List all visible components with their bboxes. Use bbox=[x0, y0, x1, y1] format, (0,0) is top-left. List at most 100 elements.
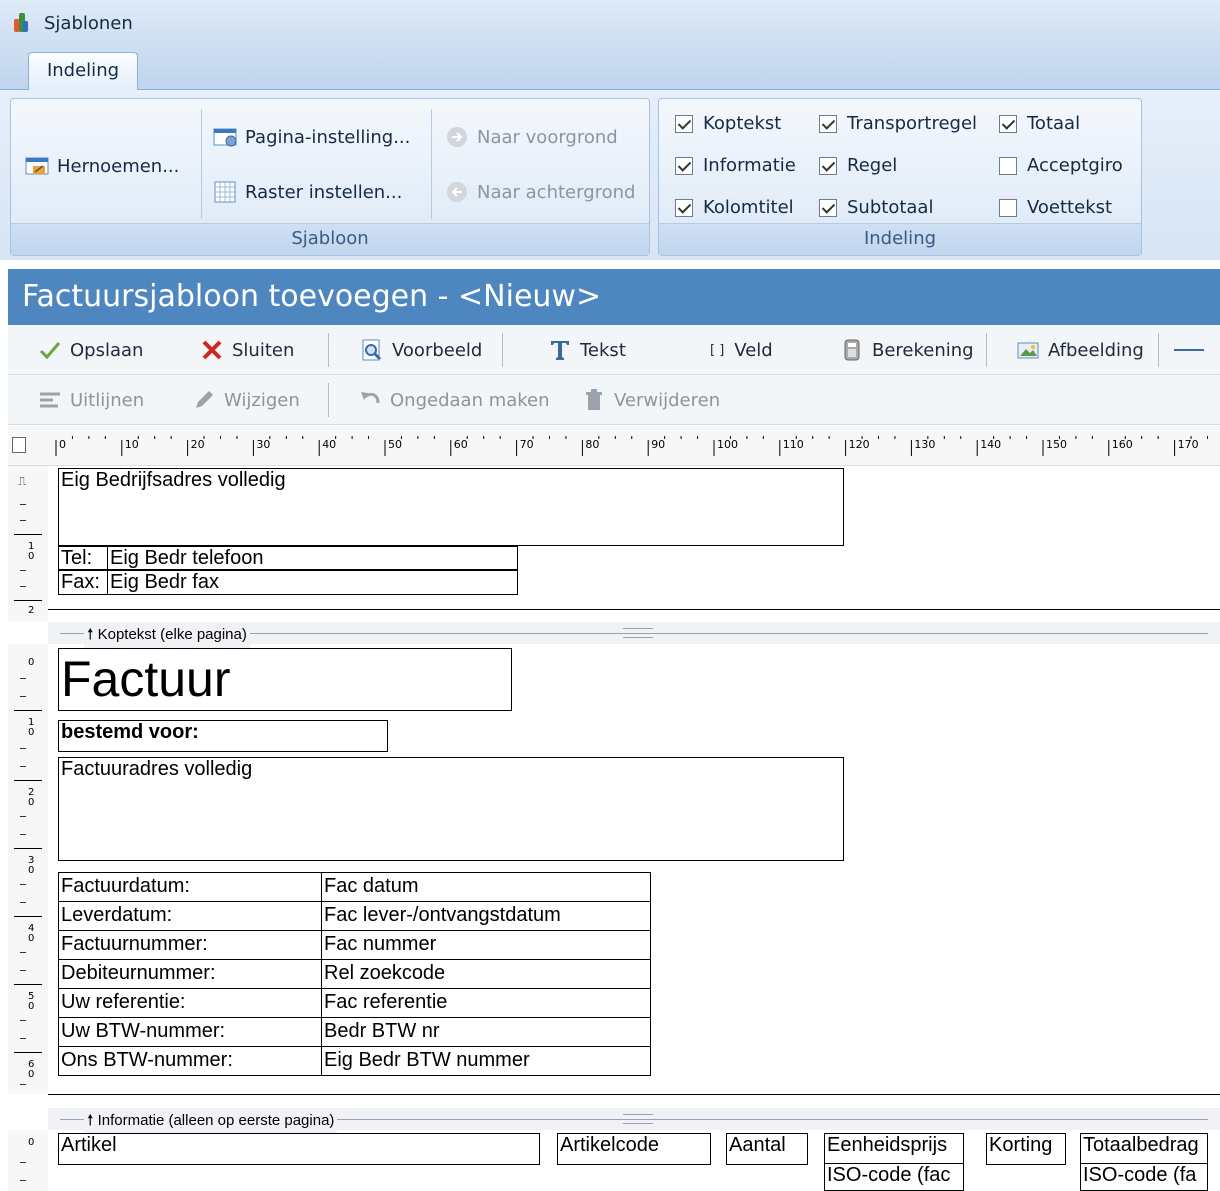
info-value-1[interactable]: Fac lever-/ontvangstdatum bbox=[321, 901, 651, 931]
ribbon-tabs: Indeling bbox=[0, 46, 1220, 91]
company-address-field[interactable]: Eig Bedrijfsadres volledig bbox=[58, 468, 844, 546]
check-regel[interactable]: Regel bbox=[819, 155, 897, 176]
pencil-icon bbox=[192, 388, 216, 412]
to-front-label: Naar voorgrond bbox=[477, 126, 618, 148]
ruler-tick-label: 100 bbox=[717, 438, 738, 451]
tab-indeling[interactable]: Indeling bbox=[28, 52, 138, 91]
column-article[interactable]: Artikel bbox=[58, 1133, 540, 1165]
page-setup-button[interactable]: Pagina-instelling... bbox=[213, 126, 410, 148]
ruler-tick-label: 20 bbox=[190, 438, 205, 451]
edit-toolbar: Uitlijnen Wijzigen Ongedaan maken Verwij… bbox=[8, 375, 1220, 425]
sjabloon-group: Hernoemen... Pagina-instelling... Raster… bbox=[10, 98, 650, 256]
main-toolbar: Opslaan Sluiten Voorbeeld Tekst [ ] Veld… bbox=[8, 325, 1220, 375]
undo-button[interactable]: Ongedaan maken bbox=[358, 375, 550, 425]
informatie-band-label: 🠕 Informatie (alleen op eerste pagina) bbox=[84, 1110, 338, 1135]
ruler-tick-label: 170 bbox=[1177, 438, 1199, 451]
column-iso-code-1[interactable]: ISO-code (fac bbox=[824, 1163, 964, 1191]
checkbox[interactable] bbox=[999, 156, 1017, 175]
to-back-button[interactable]: Naar achtergrond bbox=[445, 181, 635, 203]
delete-button[interactable]: Verwijderen bbox=[582, 375, 720, 425]
checkbox[interactable] bbox=[675, 114, 693, 133]
close-icon bbox=[200, 338, 224, 362]
vertical-ruler-1: ⎍ 10 2 bbox=[8, 466, 48, 621]
column-discount[interactable]: Korting bbox=[986, 1133, 1066, 1165]
band-grip-handle[interactable] bbox=[623, 628, 653, 638]
ruler-tick-label: 60 bbox=[453, 438, 468, 451]
grid-setup-button[interactable]: Raster instellen... bbox=[213, 181, 402, 203]
align-button[interactable]: Uitlijnen bbox=[38, 375, 144, 425]
info-label-5[interactable]: Uw BTW-nummer: bbox=[58, 1017, 322, 1047]
preview-button[interactable]: Voorbeeld bbox=[360, 325, 482, 375]
checkbox[interactable] bbox=[819, 198, 837, 217]
rename-button[interactable]: Hernoemen... bbox=[25, 155, 179, 177]
invoice-title-field[interactable]: Factuur bbox=[58, 648, 512, 711]
info-label-4[interactable]: Uw referentie: bbox=[58, 988, 322, 1018]
intended-for-field[interactable]: bestemd voor: bbox=[58, 720, 388, 752]
check-acceptgiro[interactable]: Acceptgiro bbox=[999, 155, 1123, 176]
form-title: Factuursjabloon toevoegen - <Nieuw> bbox=[8, 269, 1220, 325]
column-unit-price[interactable]: Eenheidsprijs bbox=[824, 1133, 964, 1164]
checkbox[interactable] bbox=[819, 156, 837, 175]
calculation-button[interactable]: Berekening bbox=[840, 325, 974, 375]
column-total-amount[interactable]: Totaalbedrag bbox=[1080, 1133, 1208, 1164]
check-kolomtitel[interactable]: Kolomtitel bbox=[675, 197, 794, 218]
arrow-right-icon bbox=[445, 126, 471, 148]
image-button[interactable]: Afbeelding bbox=[1016, 325, 1144, 375]
check-koptekst[interactable]: Koptekst bbox=[675, 113, 781, 134]
to-front-button[interactable]: Naar voorgrond bbox=[445, 126, 618, 148]
design-canvas[interactable]: 0 10 20 30 40 50 60 70 80 90 100 110 120 130 140 150 160… bbox=[8, 426, 1220, 1191]
section-marker-icon: ⎍ bbox=[18, 474, 27, 488]
calculator-icon bbox=[840, 338, 864, 362]
koptekst-band-label: 🠕 Koptekst (elke pagina) bbox=[84, 624, 250, 649]
informatie-band[interactable]: 🠕 Informatie (alleen op eerste pagina) bbox=[48, 1108, 1220, 1135]
text-button[interactable]: Tekst bbox=[548, 325, 626, 375]
undo-icon bbox=[358, 388, 382, 412]
close-button[interactable]: Sluiten bbox=[200, 325, 294, 375]
edit-button[interactable]: Wijzigen bbox=[192, 375, 300, 425]
check-voettekst[interactable]: Voettekst bbox=[999, 197, 1112, 218]
info-label-1[interactable]: Leverdatum: bbox=[58, 901, 322, 931]
checkbox[interactable] bbox=[999, 198, 1017, 217]
column-article-code[interactable]: Artikelcode bbox=[557, 1133, 711, 1165]
check-transportregel[interactable]: Transportregel bbox=[819, 113, 977, 134]
check-totaal[interactable]: Totaal bbox=[999, 113, 1080, 134]
line-button[interactable] bbox=[1174, 325, 1204, 375]
info-label-0[interactable]: Factuurdatum: bbox=[58, 872, 322, 902]
info-value-4[interactable]: Fac referentie bbox=[321, 988, 651, 1018]
checkmark-icon bbox=[38, 338, 62, 362]
ruler-tick-label: 130 bbox=[914, 438, 936, 451]
info-label-2[interactable]: Factuurnummer: bbox=[58, 930, 322, 960]
info-label-6[interactable]: Ons BTW-nummer: bbox=[58, 1046, 322, 1076]
fax-value-field[interactable]: Eig Bedr fax bbox=[107, 570, 518, 595]
ruler-tick-label: 150 bbox=[1046, 438, 1067, 451]
to-back-label: Naar achtergrond bbox=[477, 181, 636, 203]
column-quantity[interactable]: Aantal bbox=[726, 1133, 808, 1165]
rename-label: Hernoemen... bbox=[57, 155, 180, 177]
arrow-up-icon: 🠕 bbox=[87, 626, 94, 643]
info-value-2[interactable]: Fac nummer bbox=[321, 930, 651, 960]
column-iso-code-2[interactable]: ISO-code (fa bbox=[1080, 1163, 1208, 1191]
info-value-6[interactable]: Eig Bedr BTW nummer bbox=[321, 1046, 651, 1076]
check-informatie[interactable]: Informatie bbox=[675, 155, 796, 176]
ruler-tick-label: 30 bbox=[256, 438, 271, 451]
checkbox[interactable] bbox=[675, 198, 693, 217]
field-button[interactable]: [ ] Veld bbox=[710, 325, 773, 375]
checkbox[interactable] bbox=[819, 114, 837, 133]
info-label-3[interactable]: Debiteurnummer: bbox=[58, 959, 322, 989]
band-grip-handle[interactable] bbox=[623, 1114, 653, 1124]
checkbox[interactable] bbox=[999, 114, 1017, 133]
info-value-3[interactable]: Rel zoekcode bbox=[321, 959, 651, 989]
info-value-5[interactable]: Bedr BTW nr bbox=[321, 1017, 651, 1047]
invoice-address-field[interactable]: Factuuradres volledig bbox=[58, 757, 844, 861]
vertical-ruler-3: 0 bbox=[8, 1130, 48, 1191]
check-subtotaal[interactable]: Subtotaal bbox=[819, 197, 933, 218]
tel-label[interactable]: Tel: bbox=[58, 546, 108, 570]
ruler-tick-label: 90 bbox=[651, 438, 666, 451]
checkbox[interactable] bbox=[675, 156, 693, 175]
save-button[interactable]: Opslaan bbox=[38, 325, 143, 375]
info-value-0[interactable]: Fac datum bbox=[321, 872, 651, 902]
ruler-tick-label: 40 bbox=[322, 438, 337, 451]
fax-label[interactable]: Fax: bbox=[58, 570, 108, 595]
koptekst-band[interactable]: 🠕 Koptekst (elke pagina) bbox=[48, 622, 1220, 649]
tel-value-field[interactable]: Eig Bedr telefoon bbox=[107, 546, 518, 570]
